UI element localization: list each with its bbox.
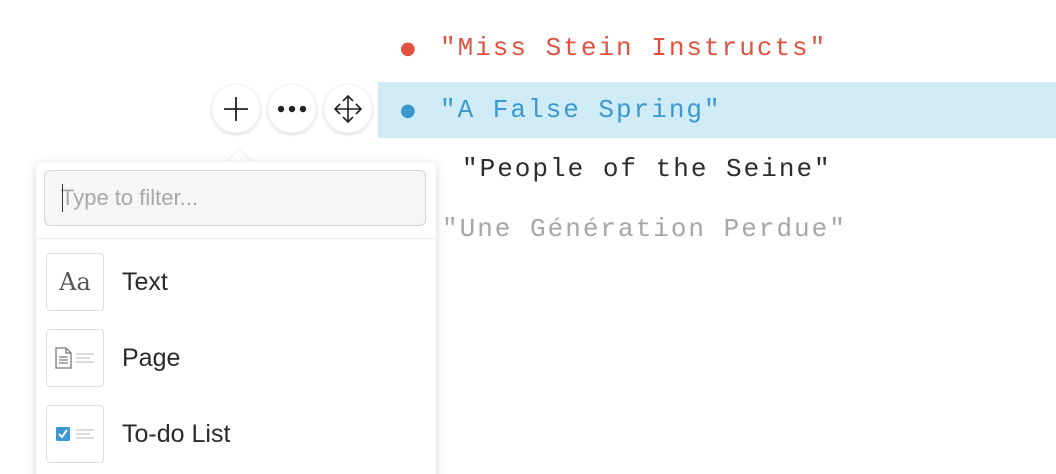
add-block-button[interactable] <box>212 85 260 133</box>
menu-divider <box>36 238 436 239</box>
bullet-icon: ● <box>400 99 418 121</box>
line-text: "A False Spring" <box>440 95 722 125</box>
bullet-icon: ● <box>400 37 418 59</box>
text-caret <box>62 184 63 212</box>
filter-input[interactable] <box>44 170 426 226</box>
drag-handle-button[interactable] <box>324 85 372 133</box>
line-text: "Une Génération Perdue" <box>442 214 847 244</box>
menu-item-text[interactable]: Aa Text <box>46 251 426 313</box>
plus-icon <box>224 97 248 121</box>
move-arrows-icon <box>333 94 363 124</box>
checkbox-list-icon <box>46 405 104 463</box>
menu-item-label: Text <box>122 267 168 296</box>
block-line-1[interactable]: ● "Miss Stein Instructs" <box>400 20 827 76</box>
block-line-3[interactable]: "People of the Seine" <box>462 141 832 197</box>
menu-item-label: Page <box>122 343 181 372</box>
text-type-icon: Aa <box>46 253 104 311</box>
menu-item-label: To-do List <box>122 419 231 448</box>
block-line-2-selected[interactable]: ● "A False Spring" <box>378 82 1056 138</box>
more-options-button[interactable] <box>268 85 316 133</box>
menu-item-page[interactable]: Page <box>46 327 426 389</box>
block-type-menu: Aa Text Page <box>36 162 436 474</box>
ellipsis-icon <box>277 105 307 113</box>
block-line-4[interactable]: "Une Génération Perdue" <box>442 201 847 257</box>
editor-canvas: ● "Miss Stein Instructs" ● "A False Spri… <box>0 0 1056 474</box>
menu-item-todo-list[interactable]: To-do List <box>46 403 426 465</box>
line-text: "Miss Stein Instructs" <box>440 33 828 63</box>
page-icon <box>46 329 104 387</box>
line-text: "People of the Seine" <box>462 154 832 184</box>
